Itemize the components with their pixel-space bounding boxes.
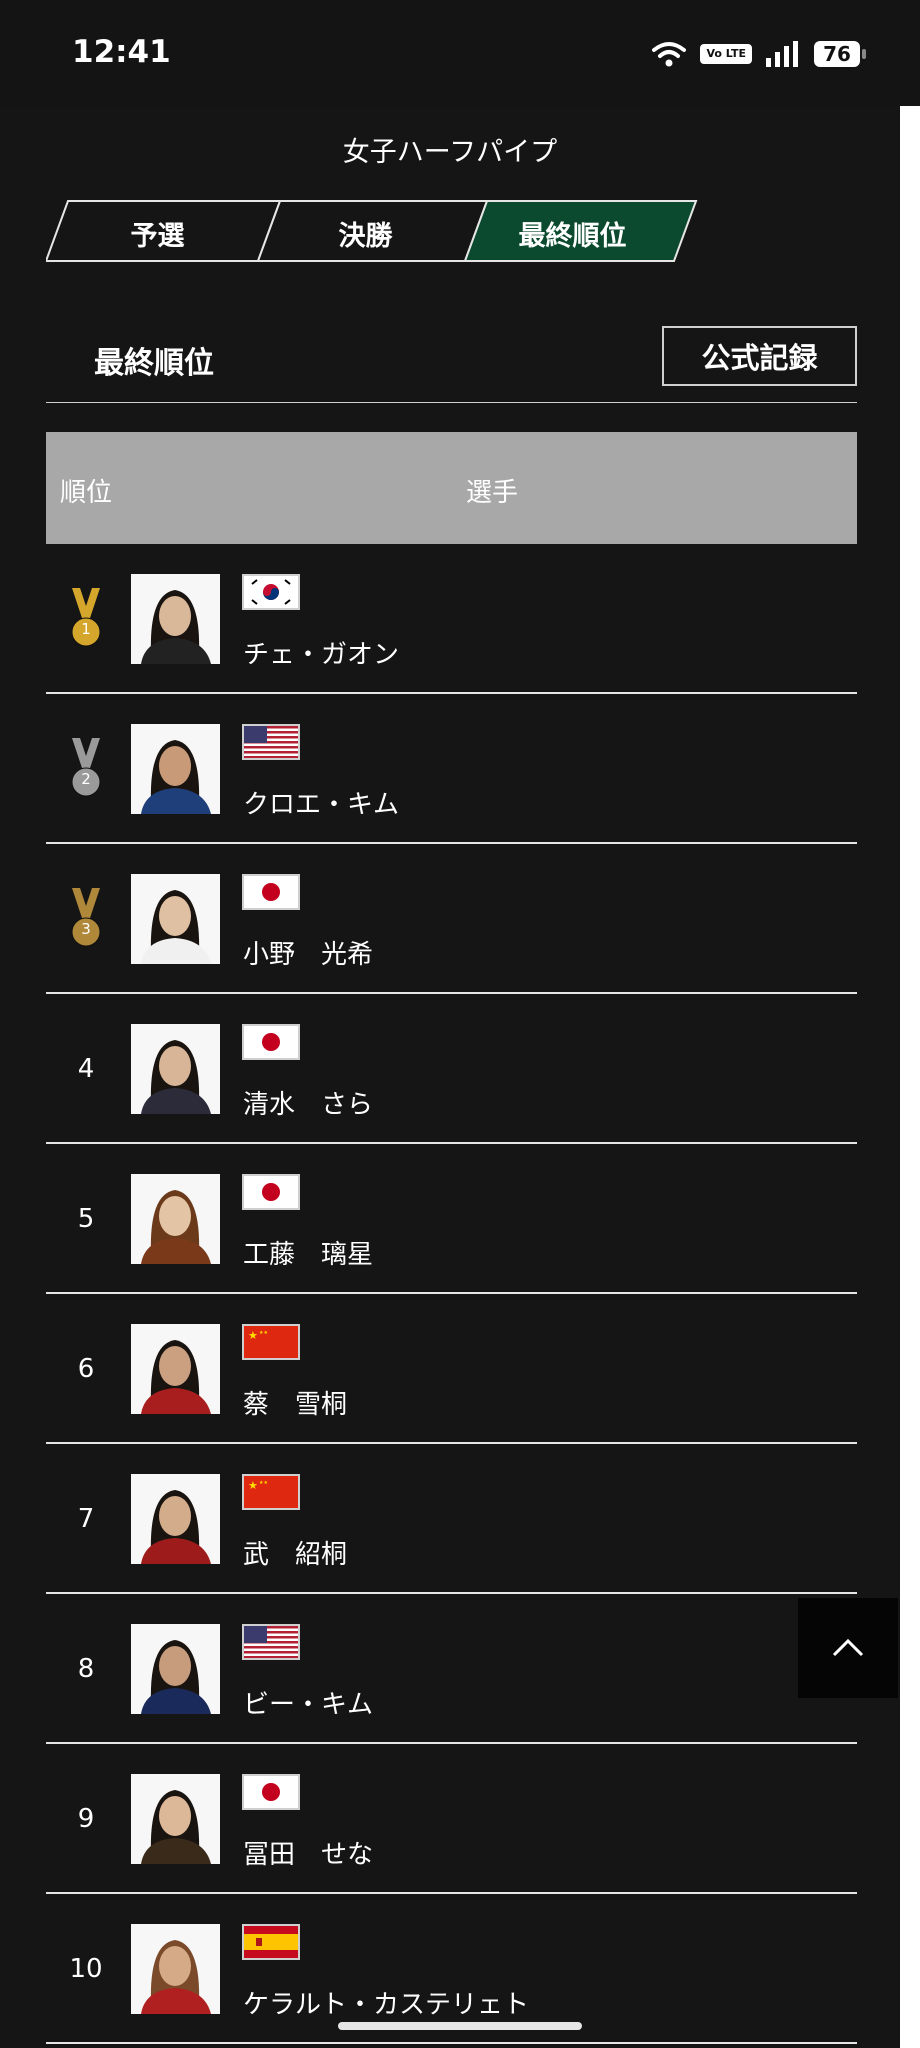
athlete-photo	[131, 874, 220, 964]
athlete-name[interactable]: クロエ・キム	[243, 784, 399, 821]
back-to-top-button[interactable]	[798, 1598, 898, 1698]
results-list: 1 チェ・ガオン 2 クロエ・キム 3 小野 光希 4 清水 さら 5 工藤 璃星 6 ★ ★★ 蔡 雪桐…	[46, 544, 857, 2044]
athlete-name[interactable]: 蔡 雪桐	[243, 1384, 347, 1421]
flag-us-icon	[242, 724, 300, 760]
athlete-name[interactable]: 清水 さら	[243, 1084, 373, 1121]
athlete-name[interactable]: 工藤 璃星	[243, 1234, 373, 1271]
home-indicator[interactable]	[338, 2022, 582, 2030]
athlete-name[interactable]: 冨田 せな	[243, 1834, 373, 1871]
athlete-name[interactable]: チェ・ガオン	[243, 634, 399, 671]
athlete-name[interactable]: ケラルト・カステリェト	[243, 1984, 529, 2021]
official-record-button[interactable]: 公式記録	[662, 326, 857, 386]
result-row[interactable]: 8 ビー・キム	[46, 1594, 857, 1744]
tab-final[interactable]: 決勝	[262, 214, 469, 253]
flag-kr-icon	[242, 574, 300, 610]
status-time: 12:41	[72, 34, 171, 70]
tab-preliminary[interactable]: 予選	[54, 214, 261, 253]
flag-cn-icon: ★ ★★	[242, 1474, 300, 1510]
athlete-name[interactable]: 小野 光希	[243, 934, 373, 971]
rank-number: 10	[69, 1954, 103, 1984]
athlete-name[interactable]: 武 紹桐	[243, 1534, 347, 1571]
flag-jp-icon	[242, 874, 300, 910]
svg-text:★★: ★★	[259, 1480, 268, 1486]
svg-text:★: ★	[248, 1329, 258, 1342]
results-page: 女子ハーフパイプ 予選 決勝 最終順位 最終順位 公式記録 順位 選手 1 チェ・…	[0, 106, 900, 2048]
medal-icon: 1	[68, 588, 104, 654]
flag-es-icon	[242, 1924, 300, 1960]
athlete-photo	[131, 574, 220, 664]
result-row[interactable]: 1 チェ・ガオン	[46, 544, 857, 694]
flag-jp-icon	[242, 1024, 300, 1060]
battery-icon: 76	[814, 41, 866, 67]
rank-number: 5	[77, 1204, 95, 1234]
section-title: 最終順位	[94, 346, 214, 381]
chevron-up-icon	[832, 1638, 864, 1657]
flag-jp-icon	[242, 1774, 300, 1810]
rank-number: 8	[77, 1654, 95, 1684]
athlete-photo	[131, 1474, 220, 1564]
table-header: 順位 選手	[46, 432, 857, 544]
medal-rank: 2	[81, 770, 91, 788]
tab-final-standings[interactable]: 最終順位	[469, 214, 676, 253]
svg-text:★★: ★★	[259, 1330, 268, 1336]
result-row[interactable]: 2 クロエ・キム	[46, 694, 857, 844]
rank-number: 6	[77, 1354, 95, 1384]
volte-icon: Vo LTE	[700, 44, 752, 64]
athlete-photo	[131, 1024, 220, 1114]
athlete-photo	[131, 1174, 220, 1264]
column-header-rank: 順位	[60, 478, 113, 508]
signal-icon	[766, 41, 798, 67]
medal-rank: 3	[81, 920, 91, 938]
flag-cn-icon: ★ ★★	[242, 1324, 300, 1360]
rank-number: 4	[77, 1054, 95, 1084]
medal-icon: 2	[68, 738, 104, 804]
result-row[interactable]: 5 工藤 璃星	[46, 1144, 857, 1294]
rank-number: 7	[77, 1504, 95, 1534]
flag-us-icon	[242, 1624, 300, 1660]
round-tabs: 予選 決勝 最終順位	[46, 200, 698, 262]
wifi-icon	[652, 42, 687, 67]
athlete-photo	[131, 1624, 220, 1714]
athlete-name[interactable]: ビー・キム	[243, 1684, 373, 1721]
athlete-photo	[131, 1774, 220, 1864]
result-row[interactable]: 9 冨田 せな	[46, 1744, 857, 1894]
result-row[interactable]: 7 ★ ★★ 武 紹桐	[46, 1444, 857, 1594]
result-row[interactable]: 4 清水 さら	[46, 994, 857, 1144]
column-header-player: 選手	[466, 478, 519, 508]
athlete-photo	[131, 1924, 220, 2014]
rank-number: 9	[77, 1804, 95, 1834]
medal-icon: 3	[68, 888, 104, 954]
status-bar: 12:41 Vo LTE 76	[0, 0, 920, 106]
section-header: 最終順位 公式記録	[46, 316, 857, 403]
status-icons: Vo LTE 76	[652, 36, 866, 72]
athlete-photo	[131, 1324, 220, 1414]
athlete-photo	[131, 724, 220, 814]
page-title: 女子ハーフパイプ	[342, 137, 558, 168]
medal-rank: 1	[81, 620, 91, 638]
edge-strip	[900, 106, 920, 2048]
flag-jp-icon	[242, 1174, 300, 1210]
result-row[interactable]: 3 小野 光希	[46, 844, 857, 994]
svg-text:★: ★	[248, 1479, 258, 1492]
result-row[interactable]: 6 ★ ★★ 蔡 雪桐	[46, 1294, 857, 1444]
